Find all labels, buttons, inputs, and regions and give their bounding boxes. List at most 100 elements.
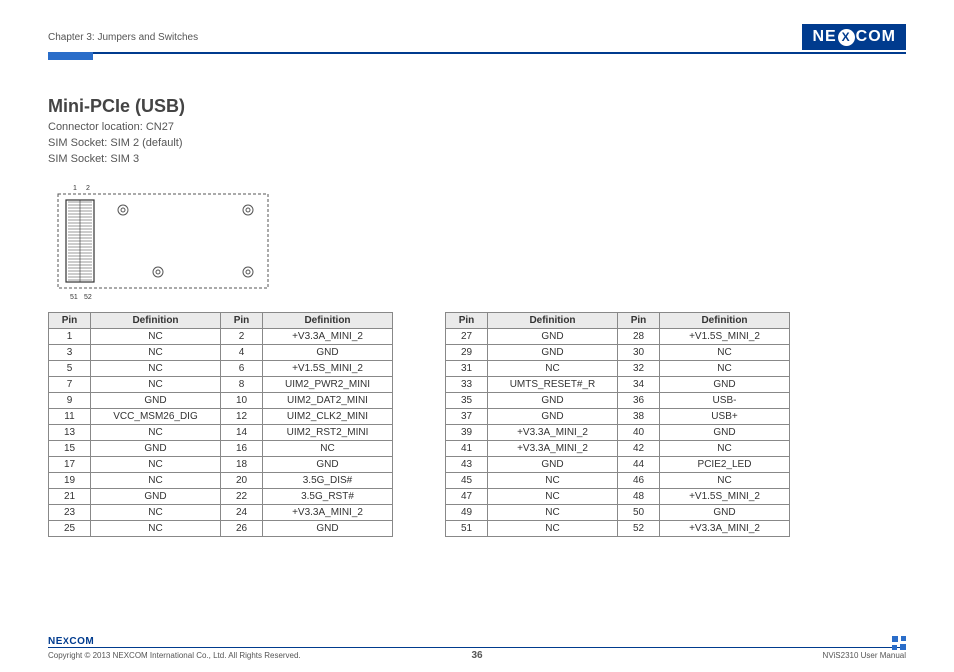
page-header: Chapter 3: Jumpers and Switches NE X COM <box>48 24 906 50</box>
table-cell: 26 <box>221 520 263 536</box>
th-pin: Pin <box>49 312 91 328</box>
tbody-left: 1NC2+V3.3A_MINI_23NC4GND5NC6+V1.5S_MINI_… <box>49 328 393 536</box>
table-cell: 3 <box>49 344 91 360</box>
content: Mini-PCIe (USB) Connector location: CN27… <box>48 96 906 537</box>
table-cell: 30 <box>618 344 660 360</box>
pin-label-1: 1 <box>73 185 77 192</box>
table-cell: 41 <box>446 440 488 456</box>
table-row: 3NC4GND <box>49 344 393 360</box>
table-cell: 45 <box>446 472 488 488</box>
table-row: 27GND28+V1.5S_MINI_2 <box>446 328 790 344</box>
table-cell: UIM2_DAT2_MINI <box>263 392 393 408</box>
table-row: 11VCC_MSM26_DIG12UIM2_CLK2_MINI <box>49 408 393 424</box>
table-cell: NC <box>91 344 221 360</box>
table-cell: +V3.3A_MINI_2 <box>263 504 393 520</box>
table-cell: +V1.5S_MINI_2 <box>660 488 790 504</box>
table-cell: 44 <box>618 456 660 472</box>
table-cell: 40 <box>618 424 660 440</box>
table-row: 29GND30NC <box>446 344 790 360</box>
logo-text-pre: NE <box>812 28 836 46</box>
table-cell: GND <box>488 408 618 424</box>
table-cell: UIM2_CLK2_MINI <box>263 408 393 424</box>
table-cell: NC <box>91 424 221 440</box>
table-cell: NC <box>660 344 790 360</box>
th-pin: Pin <box>618 312 660 328</box>
table-cell: PCIE2_LED <box>660 456 790 472</box>
table-cell: NC <box>263 440 393 456</box>
table-row: 33UMTS_RESET#_R34GND <box>446 376 790 392</box>
pin-tables: Pin Definition Pin Definition 1NC2+V3.3A… <box>48 312 906 537</box>
pin-label-2: 2 <box>86 185 90 192</box>
table-cell: 3.5G_RST# <box>263 488 393 504</box>
table-cell: NC <box>660 472 790 488</box>
table-cell: 25 <box>49 520 91 536</box>
table-row: 39+V3.3A_MINI_240GND <box>446 424 790 440</box>
table-cell: GND <box>488 344 618 360</box>
table-cell: 21 <box>49 488 91 504</box>
table-cell: NC <box>488 472 618 488</box>
table-cell: 13 <box>49 424 91 440</box>
table-cell: 29 <box>446 344 488 360</box>
table-cell: 28 <box>618 328 660 344</box>
table-cell: UIM2_PWR2_MINI <box>263 376 393 392</box>
table-cell: GND <box>91 440 221 456</box>
table-row: 13NC14UIM2_RST2_MINI <box>49 424 393 440</box>
table-row: 7NC8UIM2_PWR2_MINI <box>49 376 393 392</box>
table-cell: GND <box>488 392 618 408</box>
table-cell: +V1.5S_MINI_2 <box>660 328 790 344</box>
table-cell: NC <box>91 520 221 536</box>
table-row: 49NC50GND <box>446 504 790 520</box>
table-cell: GND <box>91 488 221 504</box>
table-cell: +V3.3A_MINI_2 <box>263 328 393 344</box>
th-def: Definition <box>488 312 618 328</box>
table-cell: 7 <box>49 376 91 392</box>
table-cell: 8 <box>221 376 263 392</box>
table-cell: NC <box>91 456 221 472</box>
table-cell: 37 <box>446 408 488 424</box>
table-row: 51NC52+V3.3A_MINI_2 <box>446 520 790 536</box>
table-cell: +V3.3A_MINI_2 <box>488 440 618 456</box>
th-def: Definition <box>91 312 221 328</box>
table-row: 41+V3.3A_MINI_242NC <box>446 440 790 456</box>
meta-line: Connector location: CN27 <box>48 120 906 136</box>
table-cell: 19 <box>49 472 91 488</box>
footer-logo-post: COM <box>69 636 94 647</box>
table-row: 25NC26GND <box>49 520 393 536</box>
mount-holes <box>118 205 253 277</box>
table-cell: 9 <box>49 392 91 408</box>
table-cell: 48 <box>618 488 660 504</box>
connector-diagram: 1 2 51 52 <box>48 182 906 302</box>
table-cell: 20 <box>221 472 263 488</box>
table-row: 21GND223.5G_RST# <box>49 488 393 504</box>
table-cell: 32 <box>618 360 660 376</box>
table-cell: USB- <box>660 392 790 408</box>
table-row: 19NC203.5G_DIS# <box>49 472 393 488</box>
table-cell: 38 <box>618 408 660 424</box>
meta-line: SIM Socket: SIM 3 <box>48 152 906 168</box>
table-cell: 22 <box>221 488 263 504</box>
page-footer: NEXCOM Copyright © 2013 NEXCOM Internati… <box>48 636 906 660</box>
table-row: 1NC2+V3.3A_MINI_2 <box>49 328 393 344</box>
table-row: 15GND16NC <box>49 440 393 456</box>
table-cell: 27 <box>446 328 488 344</box>
table-cell: +V3.3A_MINI_2 <box>660 520 790 536</box>
logo-x-icon: X <box>838 29 855 46</box>
page-number: 36 <box>471 650 482 661</box>
table-row: 37GND38USB+ <box>446 408 790 424</box>
pin-label-51: 51 <box>70 294 78 301</box>
table-cell: 46 <box>618 472 660 488</box>
table-cell: 35 <box>446 392 488 408</box>
table-cell: GND <box>660 376 790 392</box>
table-cell: UMTS_RESET#_R <box>488 376 618 392</box>
table-cell: +V1.5S_MINI_2 <box>263 360 393 376</box>
meta-line: SIM Socket: SIM 2 (default) <box>48 136 906 152</box>
table-cell: 23 <box>49 504 91 520</box>
table-cell: NC <box>488 520 618 536</box>
table-cell: 12 <box>221 408 263 424</box>
table-cell: 31 <box>446 360 488 376</box>
table-row: 23NC24+V3.3A_MINI_2 <box>49 504 393 520</box>
corner-glyph-icon <box>892 636 906 650</box>
table-cell: 18 <box>221 456 263 472</box>
header-rule <box>48 52 906 54</box>
table-cell: GND <box>263 344 393 360</box>
